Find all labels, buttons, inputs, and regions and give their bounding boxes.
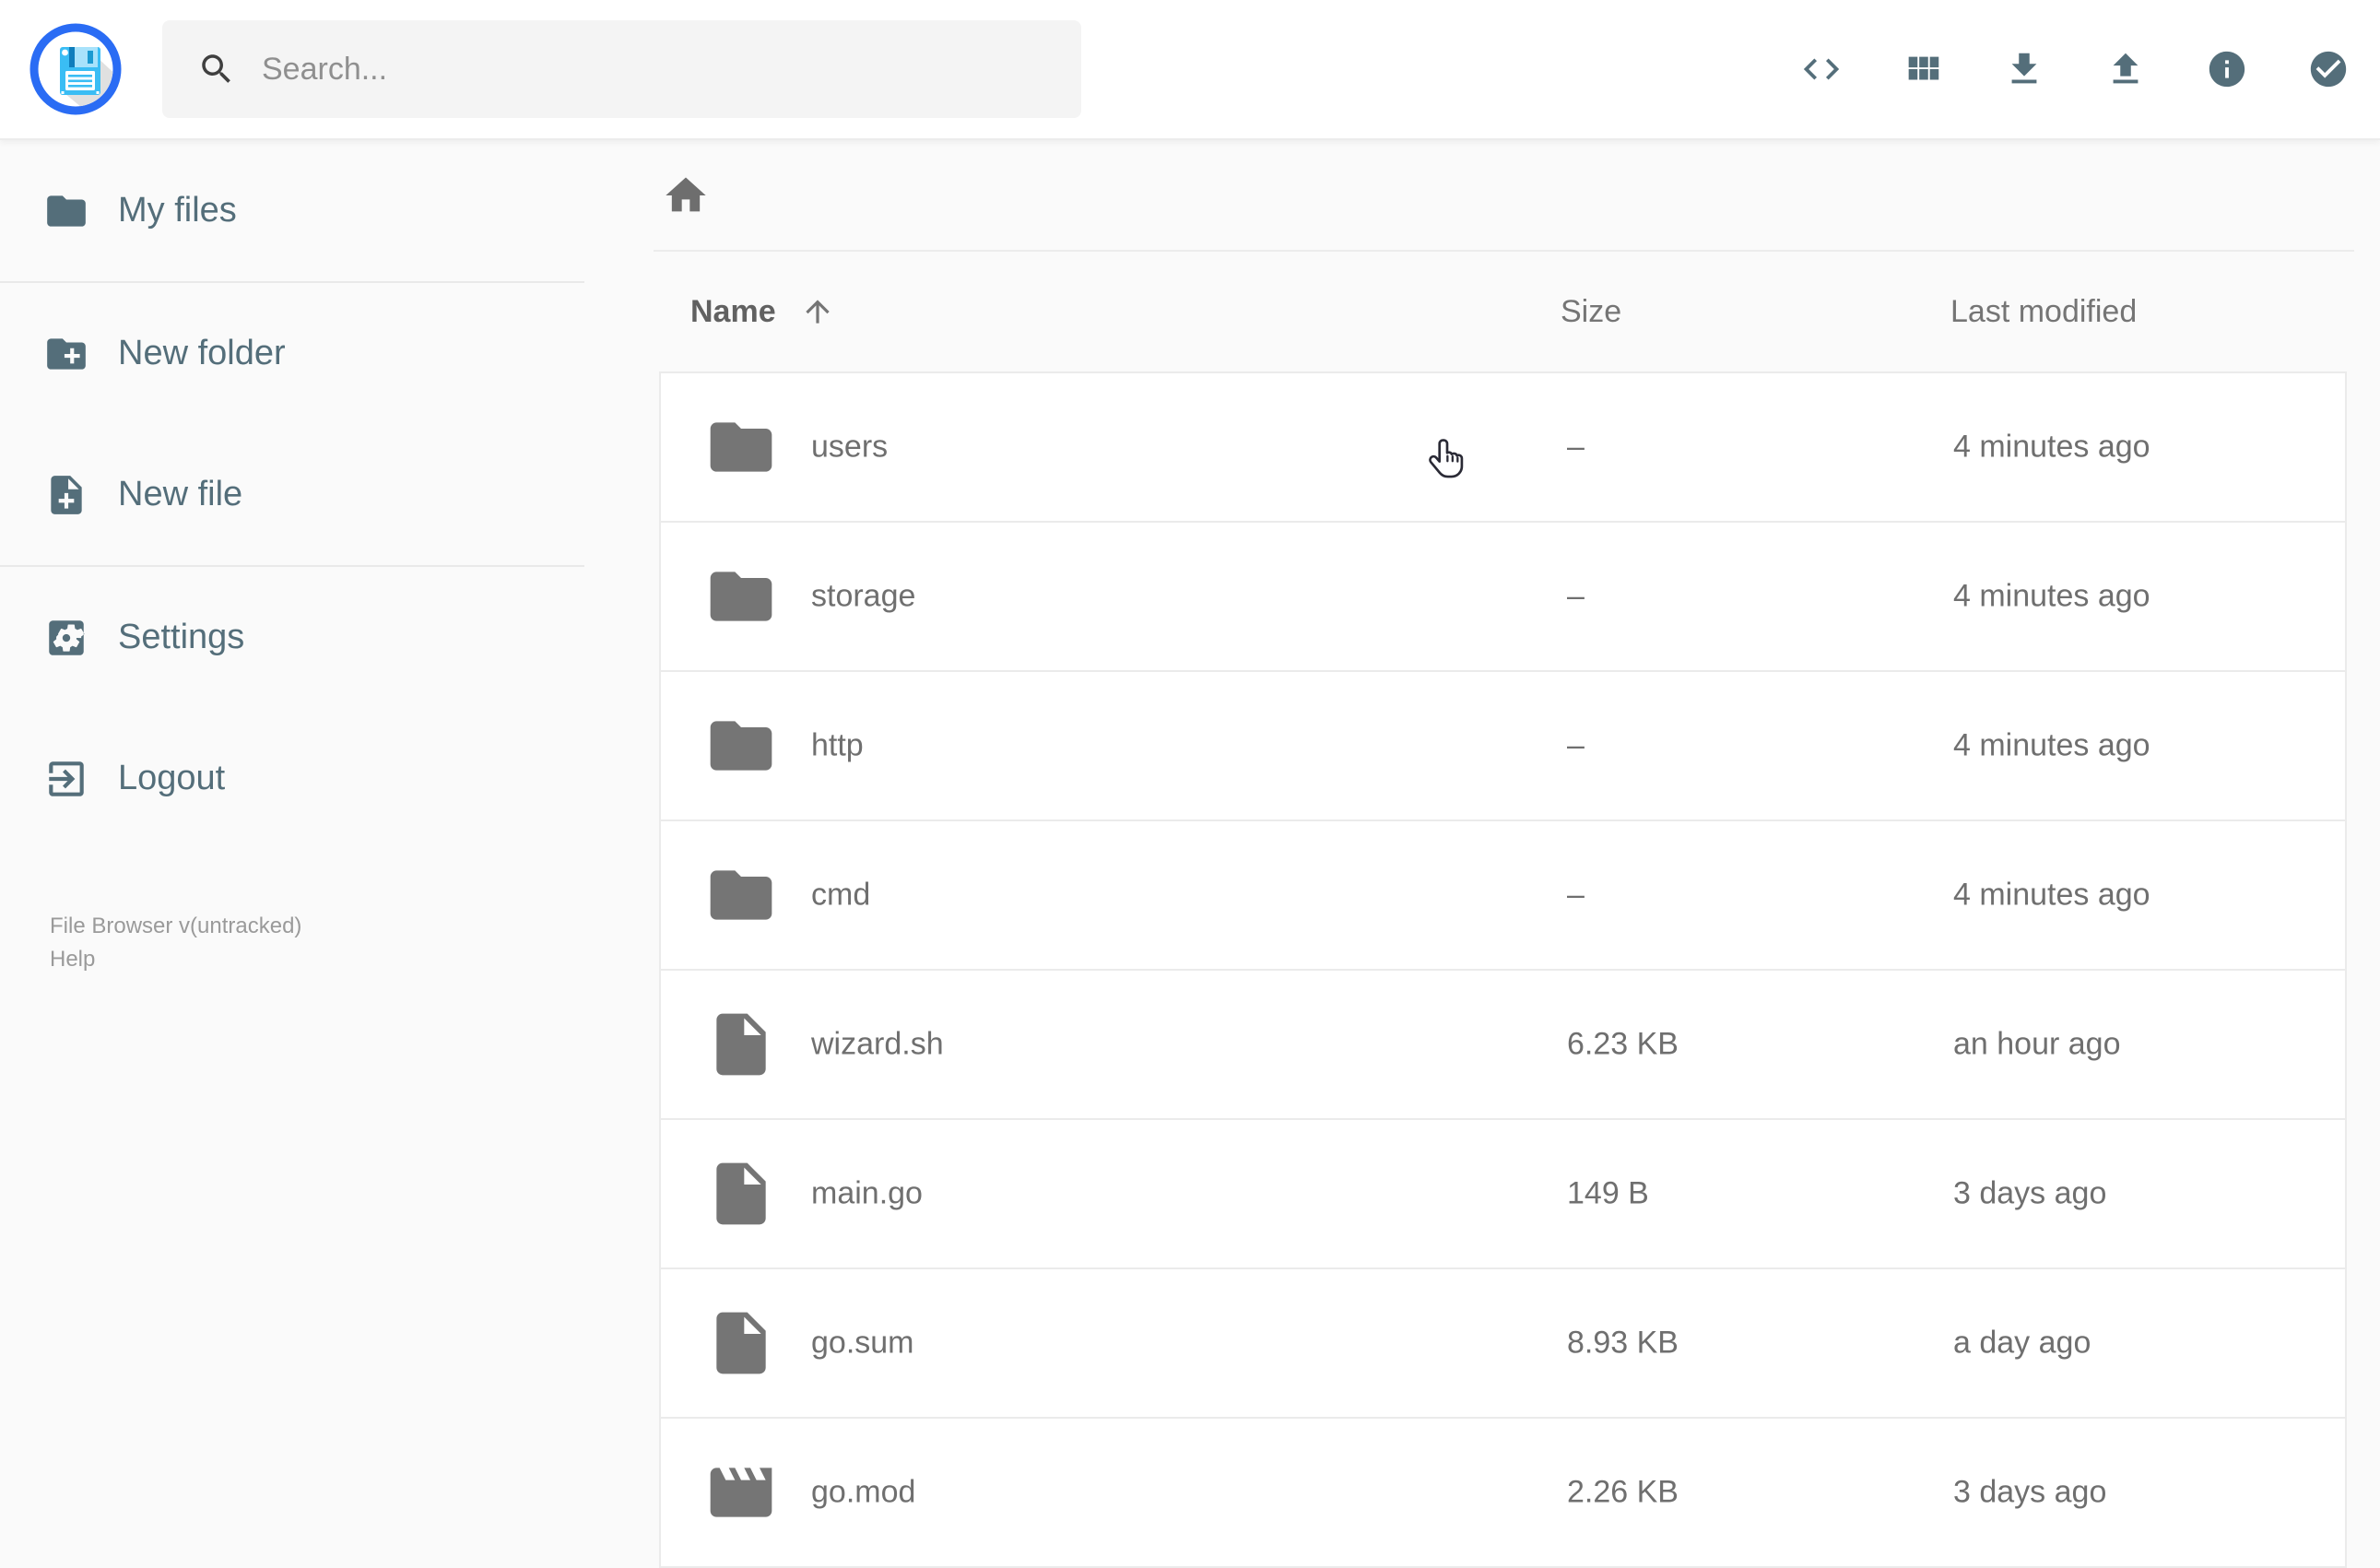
file-modified: an hour ago [1953,1026,2121,1062]
file-icon [704,1008,778,1081]
file-icon [704,1306,778,1380]
search-input[interactable] [260,50,1081,88]
floppy-disk-logo [29,23,122,115]
topbar [0,0,2380,140]
file-modified: 4 minutes ago [1953,429,2150,465]
file-size: 8.93 KB [1567,1325,1679,1361]
file-name: cmd [811,877,871,913]
settings-icon [43,615,89,661]
folder-icon [704,858,778,932]
table-row-http[interactable]: http – 4 minutes ago [661,672,2345,821]
file-name: http [811,727,864,763]
search-bar[interactable] [162,20,1081,118]
sidebar-item-label: New folder [118,334,286,372]
file-modified: 4 minutes ago [1953,727,2150,763]
file-size: 6.23 KB [1567,1026,1679,1062]
column-header-name[interactable]: Name [690,252,835,371]
table-row-wizard-sh[interactable]: wizard.sh 6.23 KB an hour ago [661,971,2345,1120]
sidebar-item-label: Logout [118,759,226,797]
sidebar-item-label: Settings [118,618,245,656]
sidebar: My files New folder New file Settings Lo… [0,140,584,1530]
file-name: main.go [811,1175,923,1211]
switch-view-button[interactable] [1902,48,1944,90]
file-size: – [1567,877,1585,913]
file-name: go.mod [811,1474,916,1510]
help-link[interactable]: Help [50,943,95,976]
sort-ascending-icon [800,294,835,329]
new-folder-icon [43,331,89,377]
table-row-cmd[interactable]: cmd – 4 minutes ago [661,821,2345,971]
file-size: – [1567,578,1585,614]
sidebar-footer: File Browser v(untracked) Help [50,910,301,976]
table-row-storage[interactable]: storage – 4 minutes ago [661,523,2345,672]
info-button[interactable] [2206,48,2248,90]
home-breadcrumb-button[interactable] [662,171,710,219]
folder-icon [43,188,89,234]
sidebar-item-settings[interactable]: Settings [0,567,584,708]
folder-icon [704,560,778,633]
version-link[interactable]: File Browser v(untracked) [50,910,301,943]
table-row-main-go[interactable]: main.go 149 B 3 days ago [661,1120,2345,1269]
table-row-users[interactable]: users – 4 minutes ago [661,373,2345,523]
new-file-icon [43,472,89,518]
download-button[interactable] [2003,48,2045,90]
file-modified: 4 minutes ago [1953,877,2150,913]
sidebar-item-my-files[interactable]: My files [0,140,584,281]
folder-icon [704,709,778,783]
table-row-go-sum[interactable]: go.sum 8.93 KB a day ago [661,1269,2345,1419]
file-name: wizard.sh [811,1026,944,1062]
file-modified: 4 minutes ago [1953,578,2150,614]
column-header-name-label: Name [690,293,776,329]
file-listing: users – 4 minutes ago storage – 4 minute… [659,371,2347,1568]
column-header-size[interactable]: Size [1561,252,1621,371]
listing-header: Name Size Last modified [584,252,2380,371]
breadcrumb [584,140,2380,250]
file-size: 149 B [1567,1175,1649,1211]
file-name: users [811,429,889,465]
file-name: storage [811,578,916,614]
logout-icon [43,756,89,802]
sidebar-item-label: My files [118,191,237,230]
movie-icon [704,1456,778,1529]
search-icon [197,50,236,88]
file-size: 2.26 KB [1567,1474,1679,1510]
sidebar-item-label: New file [118,475,243,513]
file-size: – [1567,727,1585,763]
file-modified: a day ago [1953,1325,2091,1361]
topbar-actions [1800,48,2380,90]
home-icon [662,171,710,219]
column-header-modified[interactable]: Last modified [1950,252,2137,371]
select-multiple-button[interactable] [2307,48,2350,90]
upload-button[interactable] [2104,48,2147,90]
app-logo[interactable] [29,23,122,115]
folder-icon [704,410,778,484]
file-modified: 3 days ago [1953,1175,2107,1211]
main-area: Name Size Last modified users – 4 minute… [584,140,2380,1568]
file-size: – [1567,429,1585,465]
toggle-shell-button[interactable] [1800,48,1843,90]
sidebar-item-logout[interactable]: Logout [0,708,584,849]
file-modified: 3 days ago [1953,1474,2107,1510]
sidebar-item-new-file[interactable]: New file [0,424,584,565]
table-row-go-mod[interactable]: go.mod 2.26 KB 3 days ago [661,1419,2345,1566]
file-icon [704,1157,778,1231]
sidebar-item-new-folder[interactable]: New folder [0,283,584,424]
file-name: go.sum [811,1325,914,1361]
